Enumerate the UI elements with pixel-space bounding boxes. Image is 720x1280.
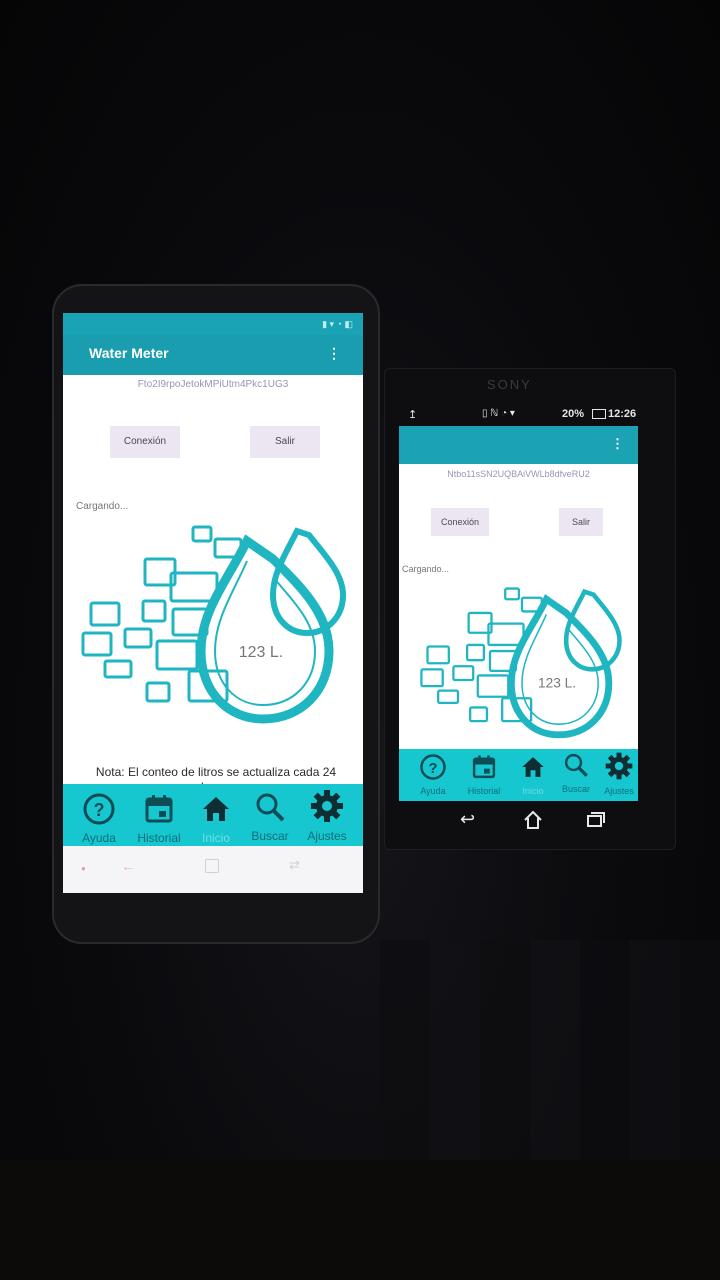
nav-item-inicio[interactable]: Inicio — [513, 753, 553, 796]
system-navigation-bar: ↩ — [430, 805, 630, 839]
nav-label: Buscar — [561, 784, 590, 794]
reading-value: 123 L. — [538, 676, 576, 691]
nav-label: Buscar — [251, 829, 289, 843]
nav-label: Ajustes — [307, 829, 347, 843]
nav-item-historial[interactable]: Historial — [457, 753, 511, 796]
svg-text:?: ? — [94, 800, 105, 820]
table-surface — [380, 940, 720, 1160]
help-circle-icon: ? — [83, 793, 115, 825]
device-token: Ntbo11sSN2UQBAiVWLb8dfveRU2 — [447, 469, 590, 479]
status-icons: ▯ ℕ ◔ ▾ — [482, 408, 515, 419]
nav-item-historial[interactable]: Historial — [129, 792, 189, 845]
connect-button[interactable]: Conexión — [110, 426, 180, 458]
exit-button[interactable]: Salir — [559, 508, 603, 536]
nav-label: Historial — [137, 831, 181, 845]
exit-button[interactable]: Salir — [250, 426, 320, 458]
connect-button[interactable]: Conexión — [431, 508, 489, 536]
loading-text: Cargando... — [76, 501, 129, 512]
nav-item-ayuda[interactable]: ? Ayuda — [409, 753, 457, 796]
home-icon — [203, 797, 229, 821]
bottom-navigation: ? Ayuda Historial Inicio Buscar Ajustes — [399, 749, 638, 801]
back-icon[interactable]: ← — [121, 858, 135, 874]
loading-text: Cargando... — [402, 564, 450, 574]
calendar-icon — [472, 755, 496, 779]
help-circle-icon: ? — [420, 754, 446, 780]
status-bar: ▮ ▾ ◔ ◧ — [63, 313, 363, 335]
search-icon — [564, 753, 588, 777]
nav-label: Inicio — [522, 786, 544, 796]
nav-label: Inicio — [201, 831, 230, 845]
svg-text:?: ? — [428, 761, 437, 777]
recents-icon[interactable] — [586, 811, 606, 829]
app-bar: Water Meter ⋮ — [63, 335, 363, 375]
status-time: 12:26 — [608, 408, 637, 420]
nav-item-ajustes[interactable]: Ajustes — [597, 751, 638, 796]
floor — [0, 1160, 720, 1280]
upload-icon: ↥ — [408, 409, 418, 421]
gear-icon — [605, 752, 633, 780]
system-navigation-bar: ● ← ⇄ — [63, 846, 363, 893]
left-phone-screen: ▮ ▾ ◔ ◧ Water Meter ⋮ Fto2I9rpoJetokMPiU… — [63, 313, 363, 893]
home-icon — [522, 757, 544, 777]
water-meter-logo: 123 L. — [420, 587, 622, 739]
right-phone-screen: ⋮ Ntbo11sSN2UQBAiVWLb8dfveRU2 Conexión S… — [399, 426, 638, 801]
reading-value: 123 L. — [239, 644, 283, 661]
nav-label: Ayuda — [82, 831, 116, 845]
nav-label: Historial — [467, 786, 501, 796]
home-button-icon[interactable] — [522, 809, 544, 831]
status-bar: ↥ ▯ ℕ ◔ ▾ 20% 12:26 — [398, 404, 638, 426]
nav-item-ajustes[interactable]: Ajustes — [301, 788, 353, 843]
nav-item-inicio[interactable]: Inicio — [193, 792, 239, 845]
app-title: Water Meter — [89, 345, 169, 361]
battery-icon — [592, 409, 606, 419]
nav-item-ayuda[interactable]: ? Ayuda — [75, 792, 123, 845]
recents-icon[interactable]: ⇄ — [289, 857, 300, 873]
app-bar: ⋮ — [399, 426, 638, 464]
water-meter-logo: 123 L. — [81, 525, 347, 724]
home-button-icon[interactable] — [205, 859, 219, 873]
overflow-menu-icon[interactable]: ⋮ — [611, 436, 624, 452]
overflow-menu-icon[interactable]: ⋮ — [327, 345, 341, 362]
bottom-navigation: ? Ayuda Historial Inicio Buscar Ajustes — [63, 784, 363, 846]
phone-brand: SONY — [487, 377, 532, 392]
calendar-icon — [145, 795, 173, 823]
nav-item-buscar[interactable]: Buscar — [245, 790, 295, 843]
device-token: Fto2I9rpoJetokMPiUtm4Pkc1UG3 — [137, 379, 289, 390]
search-icon — [256, 793, 285, 822]
gear-icon — [311, 790, 343, 822]
nav-label: Ayuda — [420, 786, 446, 796]
back-icon[interactable]: ↩ — [460, 809, 475, 830]
nav-item-buscar[interactable]: Buscar — [555, 751, 597, 794]
battery-percent: 20% — [562, 408, 585, 420]
nav-label: Ajustes — [604, 786, 634, 796]
assistant-dot-icon[interactable]: ● — [81, 864, 86, 873]
